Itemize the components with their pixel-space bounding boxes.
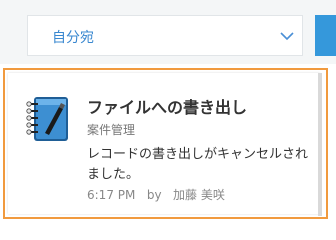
recipient-filter-select[interactable]: 自分宛 bbox=[27, 15, 303, 56]
notification-card-body: ファイルへの書き出し 案件管理 レコードの書き出しがキャンセルされました。 6:… bbox=[8, 73, 320, 214]
notification-meta: 6:17 PM by 加藤 美咲 bbox=[87, 186, 225, 203]
chevron-down-icon bbox=[279, 28, 295, 48]
notification-card[interactable]: ファイルへの書き出し 案件管理 レコードの書き出しがキャンセルされました。 6:… bbox=[3, 68, 328, 219]
notification-by-label: by bbox=[146, 188, 162, 202]
side-action-button[interactable] bbox=[315, 15, 336, 56]
notebook-icon bbox=[23, 93, 75, 149]
notification-title: ファイルへの書き出し bbox=[87, 98, 248, 117]
notification-message: レコードの書き出しがキャンセルされました。 bbox=[87, 147, 309, 182]
notification-category: 案件管理 bbox=[87, 123, 136, 137]
scrollbar[interactable] bbox=[318, 73, 322, 216]
filter-bar: 自分宛 bbox=[0, 0, 336, 64]
notification-author[interactable]: 加藤 美咲 bbox=[173, 188, 225, 202]
recipient-filter-value: 自分宛 bbox=[52, 30, 94, 46]
notification-time: 6:17 PM bbox=[87, 188, 136, 202]
